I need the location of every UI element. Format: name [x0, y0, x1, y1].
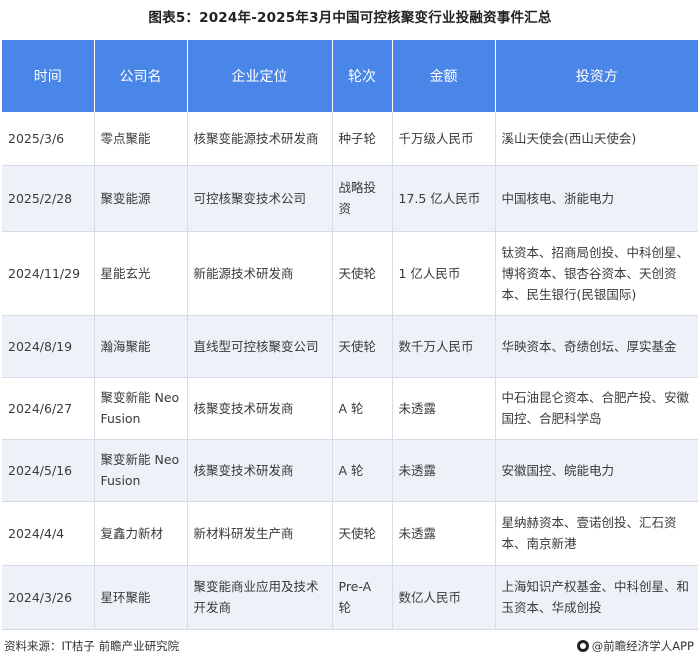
cell-amount: 1 亿人民币 [392, 231, 496, 316]
cell-investors: 上海知识产权基金、中科创星、和玉资本、华成创投 [495, 565, 698, 630]
header-time: 时间 [2, 40, 95, 112]
cell-positioning: 核聚变能源技术研发商 [187, 112, 333, 166]
page-title: 图表5：2024年-2025年3月中国可控核聚变行业投融资事件汇总 [148, 10, 552, 26]
cell-amount: 千万级人民币 [392, 112, 496, 166]
table-row: 2024/5/16 聚变新能 Neo Fusion 核聚变技术研发商 A 轮 未… [2, 439, 698, 502]
cell-company: 聚变新能 Neo Fusion [94, 439, 188, 502]
cell-round: 天使轮 [332, 315, 393, 378]
cell-positioning: 核聚变技术研发商 [187, 439, 333, 502]
cell-company: 聚变能源 [94, 165, 188, 232]
brand-label: @前瞻经济学人APP [591, 639, 694, 653]
cell-round: 战略投资 [332, 165, 393, 232]
header-positioning: 企业定位 [187, 40, 333, 112]
table-row: 2025/2/28 聚变能源 可控核聚变技术公司 战略投资 17.5 亿人民币 … [2, 165, 698, 232]
source-note: 资料来源：IT桔子 前瞻产业研究院 [4, 639, 180, 653]
cell-company: 聚变新能 Neo Fusion [94, 377, 188, 440]
cell-company: 星环聚能 [94, 565, 188, 630]
cell-time: 2024/6/27 [2, 377, 95, 440]
cell-time: 2024/3/26 [2, 565, 95, 630]
cell-round: 天使轮 [332, 501, 393, 566]
cell-amount: 未透露 [392, 439, 496, 502]
cell-positioning: 新材料研发生产商 [187, 501, 333, 566]
cell-time: 2025/2/28 [2, 165, 95, 232]
cell-time: 2024/5/16 [2, 439, 95, 502]
cell-amount: 数亿人民币 [392, 565, 496, 630]
cell-round: Pre-A 轮 [332, 565, 393, 630]
brand-credit: @前瞻经济学人APP [576, 638, 694, 654]
header-amount: 金额 [392, 40, 496, 112]
table-row: 2024/6/27 聚变新能 Neo Fusion 核聚变技术研发商 A 轮 未… [2, 377, 698, 440]
table-row: 2024/4/4 复鑫力新材 新材料研发生产商 天使轮 未透露 星纳赫资本、壹诺… [2, 501, 698, 566]
cell-company: 星能玄光 [94, 231, 188, 316]
brand-logo-icon [576, 640, 589, 652]
header-round: 轮次 [332, 40, 393, 112]
table-header-row: 时间 公司名 企业定位 轮次 金额 投资方 [2, 40, 698, 112]
cell-company: 复鑫力新材 [94, 501, 188, 566]
header-company: 公司名 [94, 40, 188, 112]
investment-table: 时间 公司名 企业定位 轮次 金额 投资方 2025/3/6 零点聚能 核聚变能… [2, 40, 698, 630]
cell-time: 2025/3/6 [2, 112, 95, 166]
cell-time: 2024/11/29 [2, 231, 95, 316]
cell-company: 零点聚能 [94, 112, 188, 166]
cell-positioning: 聚变能商业应用及技术开发商 [187, 565, 333, 630]
table-row: 2025/3/6 零点聚能 核聚变能源技术研发商 种子轮 千万级人民币 溪山天使… [2, 112, 698, 166]
cell-positioning: 可控核聚变技术公司 [187, 165, 333, 232]
cell-company: 瀚海聚能 [94, 315, 188, 378]
cell-investors: 中国核电、浙能电力 [495, 165, 698, 232]
cell-investors: 华映资本、奇绩创坛、厚实基金 [495, 315, 698, 378]
table-row: 2024/11/29 星能玄光 新能源技术研发商 天使轮 1 亿人民币 钛资本、… [2, 231, 698, 316]
cell-time: 2024/8/19 [2, 315, 95, 378]
cell-amount: 未透露 [392, 501, 496, 566]
cell-positioning: 核聚变技术研发商 [187, 377, 333, 440]
cell-round: 种子轮 [332, 112, 393, 166]
cell-round: 天使轮 [332, 231, 393, 316]
table-row: 2024/8/19 瀚海聚能 直线型可控核聚变公司 天使轮 数千万人民币 华映资… [2, 315, 698, 378]
cell-amount: 数千万人民币 [392, 315, 496, 378]
cell-investors: 中石油昆仑资本、合肥产投、安徽国控、合肥科学岛 [495, 377, 698, 440]
cell-amount: 17.5 亿人民币 [392, 165, 496, 232]
table-row: 2024/3/26 星环聚能 聚变能商业应用及技术开发商 Pre-A 轮 数亿人… [2, 565, 698, 630]
cell-investors: 溪山天使会(西山天使会) [495, 112, 698, 166]
cell-time: 2024/4/4 [2, 501, 95, 566]
cell-round: A 轮 [332, 439, 393, 502]
cell-investors: 星纳赫资本、壹诺创投、汇石资本、南京新港 [495, 501, 698, 566]
header-investors: 投资方 [495, 40, 698, 112]
cell-amount: 未透露 [392, 377, 496, 440]
cell-positioning: 新能源技术研发商 [187, 231, 333, 316]
cell-round: A 轮 [332, 377, 393, 440]
cell-positioning: 直线型可控核聚变公司 [187, 315, 333, 378]
cell-investors: 安徽国控、皖能电力 [495, 439, 698, 502]
cell-investors: 钛资本、招商局创投、中科创星、博将资本、银杏谷资本、天创资本、民生银行(民银国际… [495, 231, 698, 316]
